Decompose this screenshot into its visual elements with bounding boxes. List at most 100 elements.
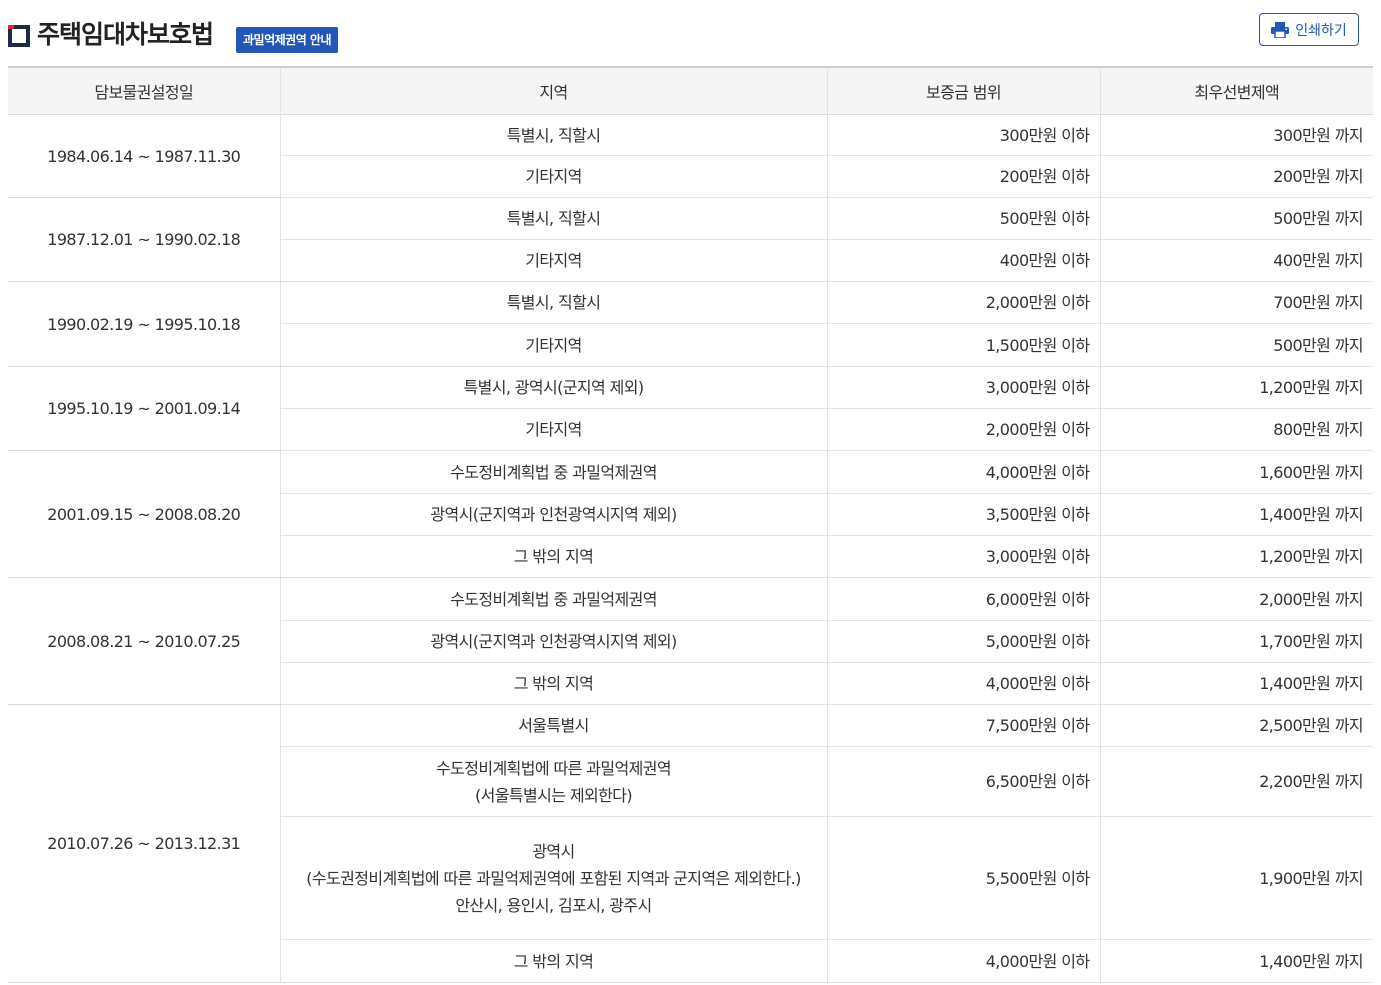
priority-amount-cell: 300만원 까지: [1099, 114, 1373, 156]
deposit-range-cell: 6,500만원 이하: [826, 746, 1100, 817]
deposit-range-cell: 5,000만원 이하: [826, 620, 1100, 663]
region-cell: 광역시(군지역과 인천광역시지역 제외): [279, 620, 827, 663]
priority-amount-cell: 800만원 까지: [1099, 408, 1373, 451]
column-header-region: 지역: [279, 67, 827, 115]
region-text: 기타지역: [525, 251, 582, 270]
region-text: 특별시, 직할시: [506, 125, 601, 145]
deposit-range-cell: 1,500만원 이하: [826, 323, 1100, 367]
region-text: 광역시: [532, 841, 575, 861]
priority-amount-cell: 1,400만원 까지: [1099, 939, 1373, 983]
print-button[interactable]: 인쇄하기: [1259, 13, 1359, 46]
priority-amount-cell: 1,400만원 까지: [1099, 493, 1373, 536]
region-cell: 특별시, 직할시: [279, 281, 827, 324]
region-text: 광역시(군지역과 인천광역시지역 제외): [430, 505, 677, 524]
table-row: 2001.09.15 ~ 2008.08.20 수도정비계획법 중 과밀억제권역 4…: [8, 450, 1373, 578]
priority-amount-cell: 500만원 까지: [1099, 197, 1373, 240]
logo-icon: [8, 25, 30, 47]
protection-amount-table: 담보물권설정일 지역 보증금 범위 최우선변제액 1984.06.14 ~ 19…: [8, 66, 1373, 983]
region-cell: 그 밖의 지역: [279, 939, 827, 983]
priority-amount-cell: 2,200만원 까지: [1099, 746, 1373, 817]
deposit-range-cell: 3,500만원 이하: [826, 493, 1100, 536]
priority-amount-cell: 1,600만원 까지: [1099, 450, 1373, 494]
column-header-priority-amount: 최우선변제액: [1099, 67, 1373, 115]
region-text: 안산시, 용인시, 김포시, 광주시: [455, 895, 652, 915]
region-cell: 서울특별시: [279, 704, 827, 747]
deposit-range-cell: 6,000만원 이하: [826, 577, 1100, 621]
region-text: 기타지역: [525, 335, 582, 355]
region-text: 기타지역: [525, 420, 582, 439]
region-text: 광역시(군지역과 인천광역시지역 제외): [430, 632, 677, 651]
region-info-badge: 과밀억제권역 안내: [236, 27, 338, 53]
region-cell: 광역시 (수도권정비계획법에 따른 과밀억제권역에 포함된 지역과 군지역은 제외…: [279, 816, 827, 940]
deposit-range-cell: 5,500만원 이하: [826, 816, 1100, 940]
region-text: 그 밖의 지역: [513, 674, 594, 693]
deposit-range-cell: 7,500만원 이하: [826, 704, 1100, 747]
region-cell: 기타지역: [279, 323, 827, 367]
table-row: 1990.02.19 ~ 1995.10.18 특별시, 직할시 2,000만원 이…: [8, 281, 1373, 367]
deposit-range-cell: 200만원 이하: [826, 155, 1100, 198]
page-header: 주택임대차보호법 과밀억제권역 안내 인쇄하기: [8, 0, 1373, 66]
region-cell: 기타지역: [279, 408, 827, 451]
region-text: 특별시, 직할시: [506, 293, 601, 312]
region-text: 그 밖의 지역: [513, 547, 594, 566]
priority-amount-cell: 700만원 까지: [1099, 281, 1373, 324]
region-text: 수도정비계획법에 따른 과밀억제권역: [436, 758, 672, 778]
table-header-row: 담보물권설정일 지역 보증금 범위 최우선변제액: [8, 67, 1373, 115]
period-cell: 2008.08.21 ~ 2010.07.25: [8, 577, 280, 705]
region-text: 서울특별시: [518, 716, 589, 735]
deposit-range-cell: 4,000만원 이하: [826, 450, 1100, 494]
priority-amount-cell: 2,500만원 까지: [1099, 704, 1373, 747]
priority-amount-cell: 1,400만원 까지: [1099, 662, 1373, 705]
period-cell: 2001.09.15 ~ 2008.08.20: [8, 450, 280, 578]
region-cell: 특별시, 직할시: [279, 114, 827, 156]
table-body: 1984.06.14 ~ 1987.11.30 특별시, 직할시 300만원 이하 3…: [8, 114, 1373, 983]
period-cell: 1995.10.19 ~ 2001.09.14: [8, 366, 280, 451]
table-row: 1984.06.14 ~ 1987.11.30 특별시, 직할시 300만원 이하 3…: [8, 114, 1373, 198]
deposit-range-cell: 4,000만원 이하: [826, 939, 1100, 983]
deposit-range-cell: 2,000만원 이하: [826, 281, 1100, 324]
period-cell: 2010.07.26 ~ 2013.12.31: [8, 704, 280, 983]
region-cell: 그 밖의 지역: [279, 662, 827, 705]
region-cell: 기타지역: [279, 239, 827, 282]
table-row: 2008.08.21 ~ 2010.07.25 수도정비계획법 중 과밀억제권역 6…: [8, 577, 1373, 705]
print-button-label: 인쇄하기: [1295, 22, 1347, 39]
region-text: 수도정비계획법 중 과밀억제권역: [450, 589, 657, 609]
region-text: 기타지역: [525, 167, 582, 186]
column-header-period: 담보물권설정일: [8, 67, 280, 115]
printer-icon: [1271, 21, 1290, 38]
region-text: 그 밖의 지역: [513, 951, 594, 971]
deposit-range-cell: 500만원 이하: [826, 197, 1100, 240]
deposit-range-cell: 300만원 이하: [826, 114, 1100, 156]
region-text: (수도권정비계획법에 따른 과밀억제권역에 포함된 지역과 군지역은 제외한다.…: [306, 868, 801, 888]
region-cell: 수도정비계획법에 따른 과밀억제권역 (서울특별시는 제외한다): [279, 746, 827, 817]
priority-amount-cell: 1,200만원 까지: [1099, 535, 1373, 578]
region-text: 특별시, 직할시: [506, 209, 601, 228]
deposit-range-cell: 4,000만원 이하: [826, 662, 1100, 705]
region-cell: 수도정비계획법 중 과밀억제권역: [279, 577, 827, 621]
column-header-deposit-range: 보증금 범위: [826, 67, 1100, 115]
table-row: 1987.12.01 ~ 1990.02.18 특별시, 직할시 500만원 이하 5…: [8, 197, 1373, 282]
priority-amount-cell: 500만원 까지: [1099, 323, 1373, 367]
page-title: 주택임대차보호법: [37, 20, 214, 49]
period-cell: 1990.02.19 ~ 1995.10.18: [8, 281, 280, 367]
deposit-range-cell: 400만원 이하: [826, 239, 1100, 282]
deposit-range-cell: 3,000만원 이하: [826, 535, 1100, 578]
priority-amount-cell: 1,200만원 까지: [1099, 366, 1373, 409]
region-text: 수도정비계획법 중 과밀억제권역: [450, 462, 657, 482]
table-row: 1995.10.19 ~ 2001.09.14 특별시, 광역시(군지역 제외) 3…: [8, 366, 1373, 451]
region-cell: 광역시(군지역과 인천광역시지역 제외): [279, 493, 827, 536]
region-cell: 수도정비계획법 중 과밀억제권역: [279, 450, 827, 494]
region-cell: 특별시, 직할시: [279, 197, 827, 240]
priority-amount-cell: 400만원 까지: [1099, 239, 1373, 282]
region-cell: 그 밖의 지역: [279, 535, 827, 578]
region-text: (서울특별시는 제외한다): [475, 785, 633, 805]
deposit-range-cell: 3,000만원 이하: [826, 366, 1100, 409]
priority-amount-cell: 2,000만원 까지: [1099, 577, 1373, 621]
priority-amount-cell: 200만원 까지: [1099, 155, 1373, 198]
period-cell: 1987.12.01 ~ 1990.02.18: [8, 197, 280, 282]
region-cell: 특별시, 광역시(군지역 제외): [279, 366, 827, 409]
region-text: 특별시, 광역시(군지역 제외): [463, 378, 644, 397]
period-cell: 1984.06.14 ~ 1987.11.30: [8, 114, 280, 198]
region-cell: 기타지역: [279, 155, 827, 198]
priority-amount-cell: 1,900만원 까지: [1099, 816, 1373, 940]
